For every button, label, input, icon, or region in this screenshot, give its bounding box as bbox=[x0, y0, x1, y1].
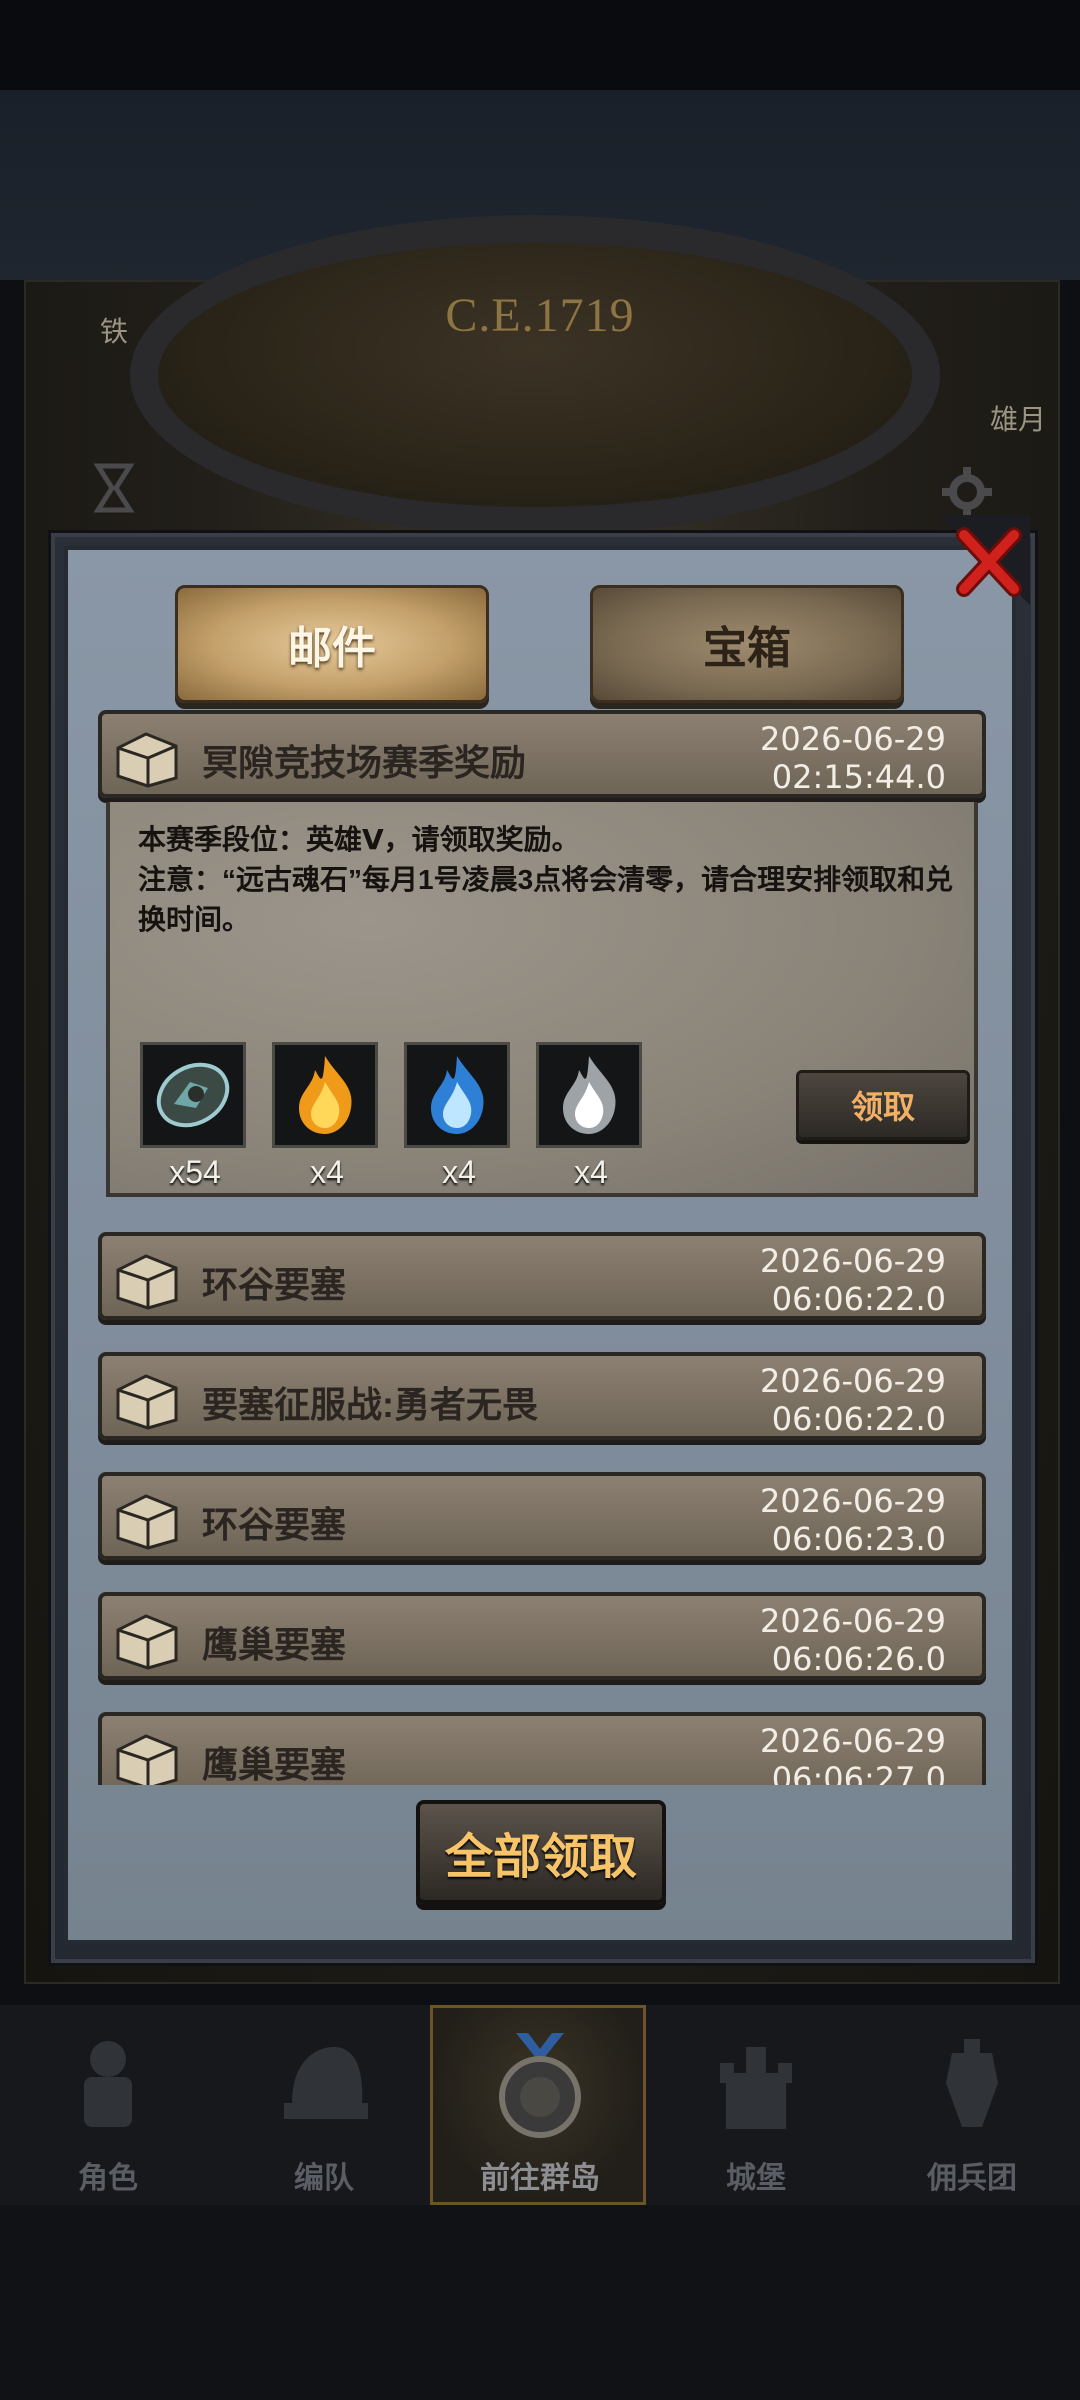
status-bar-area bbox=[0, 0, 1080, 90]
mercenary-icon bbox=[946, 2039, 998, 2127]
mail-title: 环谷要塞 bbox=[202, 1264, 347, 1305]
reward-quantity: x4 bbox=[442, 1154, 476, 1190]
mail-body-line: 注意：“远古魂石”每月1号凌晨3点将会清零，请合理安排领取和兑换时间。 bbox=[138, 864, 954, 935]
mail-title: 要塞征服战:勇者无畏 bbox=[202, 1384, 538, 1425]
mail-title: 鹰巢要塞 bbox=[202, 1624, 347, 1665]
mail-item-header[interactable]: 冥隙竞技场赛季奖励 2026-06-29 02:15:44.0 bbox=[98, 710, 986, 798]
soul-stone-icon bbox=[156, 1062, 230, 1128]
mail-item[interactable]: 要塞征服战:勇者无畏 2026-06-29 06:06:22.0 bbox=[98, 1352, 986, 1440]
mail-item[interactable]: 鹰巢要塞 2026-06-29 06:06:27.0 bbox=[98, 1712, 986, 1785]
gold-flame-icon bbox=[299, 1056, 352, 1134]
mail-title: 环谷要塞 bbox=[202, 1504, 347, 1545]
nav-label: 前往群岛 bbox=[480, 2162, 600, 2195]
chest-icon bbox=[116, 1734, 178, 1785]
mail-title: 冥隙竞技场赛季奖励 bbox=[202, 742, 527, 783]
mail-timestamp: 2026-06-29 06:06:27.0 bbox=[760, 1722, 946, 1785]
reward-item[interactable]: x4 bbox=[536, 1042, 646, 1191]
nav-label: 角色 bbox=[78, 2162, 138, 2195]
chest-icon bbox=[116, 1494, 178, 1550]
mail-timestamp: 2026-06-29 06:06:22.0 bbox=[760, 1242, 946, 1318]
chest-icon bbox=[116, 1374, 178, 1430]
mail-timestamp: 2026-06-29 06:06:26.0 bbox=[760, 1602, 946, 1678]
blue-flame-icon bbox=[431, 1056, 484, 1134]
compass-icon bbox=[499, 2033, 581, 2138]
chest-icon bbox=[116, 1614, 178, 1670]
nav-label: 编队 bbox=[294, 2162, 354, 2195]
mail-title: 鹰巢要塞 bbox=[202, 1744, 347, 1785]
mail-timestamp: 2026-06-29 02:15:44.0 bbox=[760, 720, 946, 796]
scene-side-text-left: 铁 bbox=[100, 316, 129, 347]
nav-label: 城堡 bbox=[726, 2162, 786, 2195]
helmet-icon bbox=[284, 2047, 368, 2119]
nav-item-castle[interactable]: 城堡 bbox=[648, 2005, 864, 2205]
mail-item[interactable]: 环谷要塞 2026-06-29 06:06:22.0 bbox=[98, 1232, 986, 1320]
scene-side-text-right: 雄月 bbox=[990, 404, 1047, 435]
mail-timestamp: 2026-06-29 06:06:22.0 bbox=[760, 1362, 946, 1438]
system-nav-area bbox=[0, 2205, 1080, 2400]
mail-body: 本赛季段位：英雄Ⅴ，请领取奖励。 注意：“远古魂石”每月1号凌晨3点将会清零，请… bbox=[106, 802, 978, 1197]
reward-quantity: x54 bbox=[169, 1154, 221, 1190]
tab-chest[interactable]: 宝箱 bbox=[590, 585, 904, 703]
mail-timestamp: 2026-06-29 06:06:23.0 bbox=[760, 1482, 946, 1558]
knight-icon bbox=[84, 2041, 132, 2127]
reward-item[interactable]: x4 bbox=[404, 1042, 514, 1191]
reward-item[interactable]: x54 bbox=[140, 1042, 250, 1191]
nav-item-character[interactable]: 角色 bbox=[0, 2005, 216, 2205]
chest-icon bbox=[116, 732, 178, 788]
calendar-dial bbox=[130, 215, 940, 535]
nav-item-islands[interactable]: 前往群岛 bbox=[432, 2005, 648, 2205]
nav-label: 佣兵团 bbox=[927, 2162, 1017, 2195]
claim-all-button[interactable]: 全部领取 bbox=[416, 1800, 666, 1904]
mail-list[interactable]: 冥隙竞技场赛季奖励 2026-06-29 02:15:44.0 本赛季段位：英雄Ⅴ… bbox=[98, 710, 988, 1785]
mail-body-line: 本赛季段位：英雄Ⅴ，请领取奖励。 bbox=[138, 824, 580, 855]
mail-body-text: 本赛季段位：英雄Ⅴ，请领取奖励。 注意：“远古魂石”每月1号凌晨3点将会清零，请… bbox=[138, 820, 958, 940]
gear-icon bbox=[942, 467, 992, 517]
hourglass-icon bbox=[93, 463, 135, 513]
reward-quantity: x4 bbox=[574, 1154, 608, 1190]
chest-icon bbox=[116, 1254, 178, 1310]
castle-icon bbox=[720, 2047, 792, 2129]
close-button[interactable] bbox=[940, 515, 1030, 605]
claim-button[interactable]: 领取 bbox=[796, 1070, 970, 1140]
white-flame-icon bbox=[563, 1056, 616, 1134]
mail-item[interactable]: 环谷要塞 2026-06-29 06:06:23.0 bbox=[98, 1472, 986, 1560]
nav-item-mercenary[interactable]: 佣兵团 bbox=[864, 2005, 1080, 2205]
nav-item-formation[interactable]: 编队 bbox=[216, 2005, 432, 2205]
era-year-label: C.E.1719 bbox=[445, 289, 635, 342]
tab-mail[interactable]: 邮件 bbox=[175, 585, 489, 703]
mail-item[interactable]: 鹰巢要塞 2026-06-29 06:06:26.0 bbox=[98, 1592, 986, 1680]
reward-quantity: x4 bbox=[310, 1154, 344, 1190]
reward-item[interactable]: x4 bbox=[272, 1042, 382, 1191]
